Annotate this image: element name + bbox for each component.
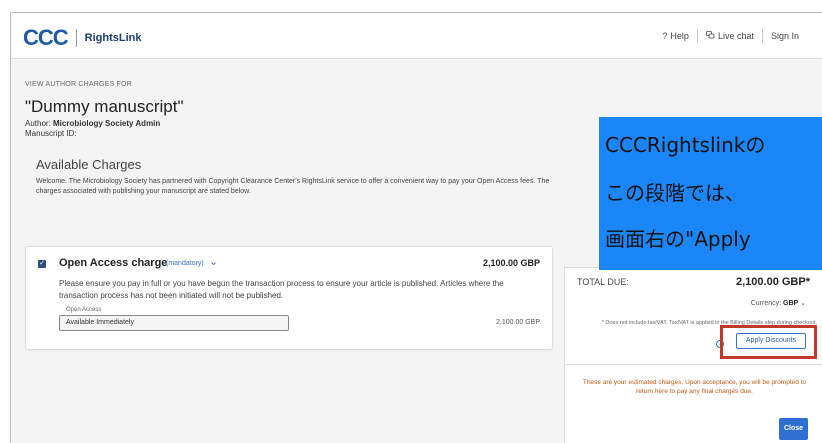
help-link[interactable]: ? Help — [654, 31, 697, 41]
app-window: CCC RightsLink ? Help Live chat Sign In … — [10, 12, 822, 443]
total-due-value: 2,100.00 GBP* — [736, 276, 810, 288]
overlay-line-1: CCCRightslinkの — [605, 133, 766, 157]
live-chat-link[interactable]: Live chat — [698, 31, 762, 41]
sign-in-link[interactable]: Sign In — [763, 31, 807, 41]
currency-value: GBP — [783, 300, 799, 307]
view-label: VIEW AUTHOR CHARGES FOR — [25, 81, 132, 88]
option-amount: 2,100.00 GBP — [496, 319, 540, 326]
summary-panel: TOTAL DUE: 2,100.00 GBP* Currency: GBP ⌄… — [564, 267, 822, 443]
annotation-overlay: CCCRightslinkの この段階では、 画面右の"Apply — [599, 117, 822, 270]
manuscript-id-label: Manuscript ID: — [25, 129, 77, 138]
summary-divider — [565, 364, 822, 365]
main-content: VIEW AUTHOR CHARGES FOR "Dummy manuscrip… — [11, 60, 822, 443]
chat-icon — [706, 31, 715, 41]
charge-description: Please ensure you pay in full or you hav… — [59, 279, 504, 300]
total-due-label: TOTAL DUE: — [577, 277, 629, 287]
author-name: Microbiology Society Admin — [53, 119, 161, 128]
currency-selector[interactable]: Currency: GBP ⌄ — [751, 299, 806, 307]
currency-label: Currency: — [750, 300, 782, 307]
overlay-line-3: 画面右の"Apply — [605, 227, 751, 251]
charge-checkbox[interactable]: ✓ — [38, 260, 46, 268]
mandatory-label: (mandatory) — [166, 260, 204, 267]
close-button[interactable]: Close — [779, 418, 808, 440]
sign-in-label: Sign In — [770, 31, 799, 41]
chevron-down-icon: ⌄ — [800, 300, 806, 307]
charge-name: Open Access charge — [59, 257, 168, 269]
top-nav: ? Help Live chat Sign In — [654, 29, 807, 43]
chevron-down-icon[interactable]: ⌄ — [209, 255, 218, 268]
logo-product-name: RightsLink — [84, 32, 142, 44]
author-line: Author: Microbiology Society Admin — [25, 119, 160, 128]
estimate-note: These are your estimated charges. Upon a… — [582, 379, 807, 395]
manuscript-title: "Dummy manuscript" — [25, 97, 184, 116]
highlight-box — [720, 325, 817, 359]
help-label: Help — [670, 31, 689, 41]
top-bar: CCC RightsLink ? Help Live chat Sign In — [11, 13, 822, 59]
charge-amount: 2,100.00 GBP — [482, 258, 540, 268]
logo-divider — [75, 29, 77, 47]
help-icon: ? — [662, 31, 668, 41]
logo-mark: CCC — [23, 25, 69, 50]
option-label: Open Access — [66, 307, 102, 313]
welcome-text: Welcome. The Microbiology Society has pa… — [36, 178, 550, 195]
author-prefix: Author: — [25, 119, 54, 128]
open-access-option-field[interactable]: Available Immediately — [59, 315, 289, 331]
ccc-logo[interactable]: CCC RightsLink — [23, 25, 142, 51]
overlay-line-2: この段階では、 — [605, 181, 745, 205]
section-title: Available Charges — [36, 157, 142, 172]
live-chat-label: Live chat — [717, 31, 754, 41]
charge-card: ✓ Open Access charge (mandatory) ⌄ 2,100… — [25, 246, 553, 350]
